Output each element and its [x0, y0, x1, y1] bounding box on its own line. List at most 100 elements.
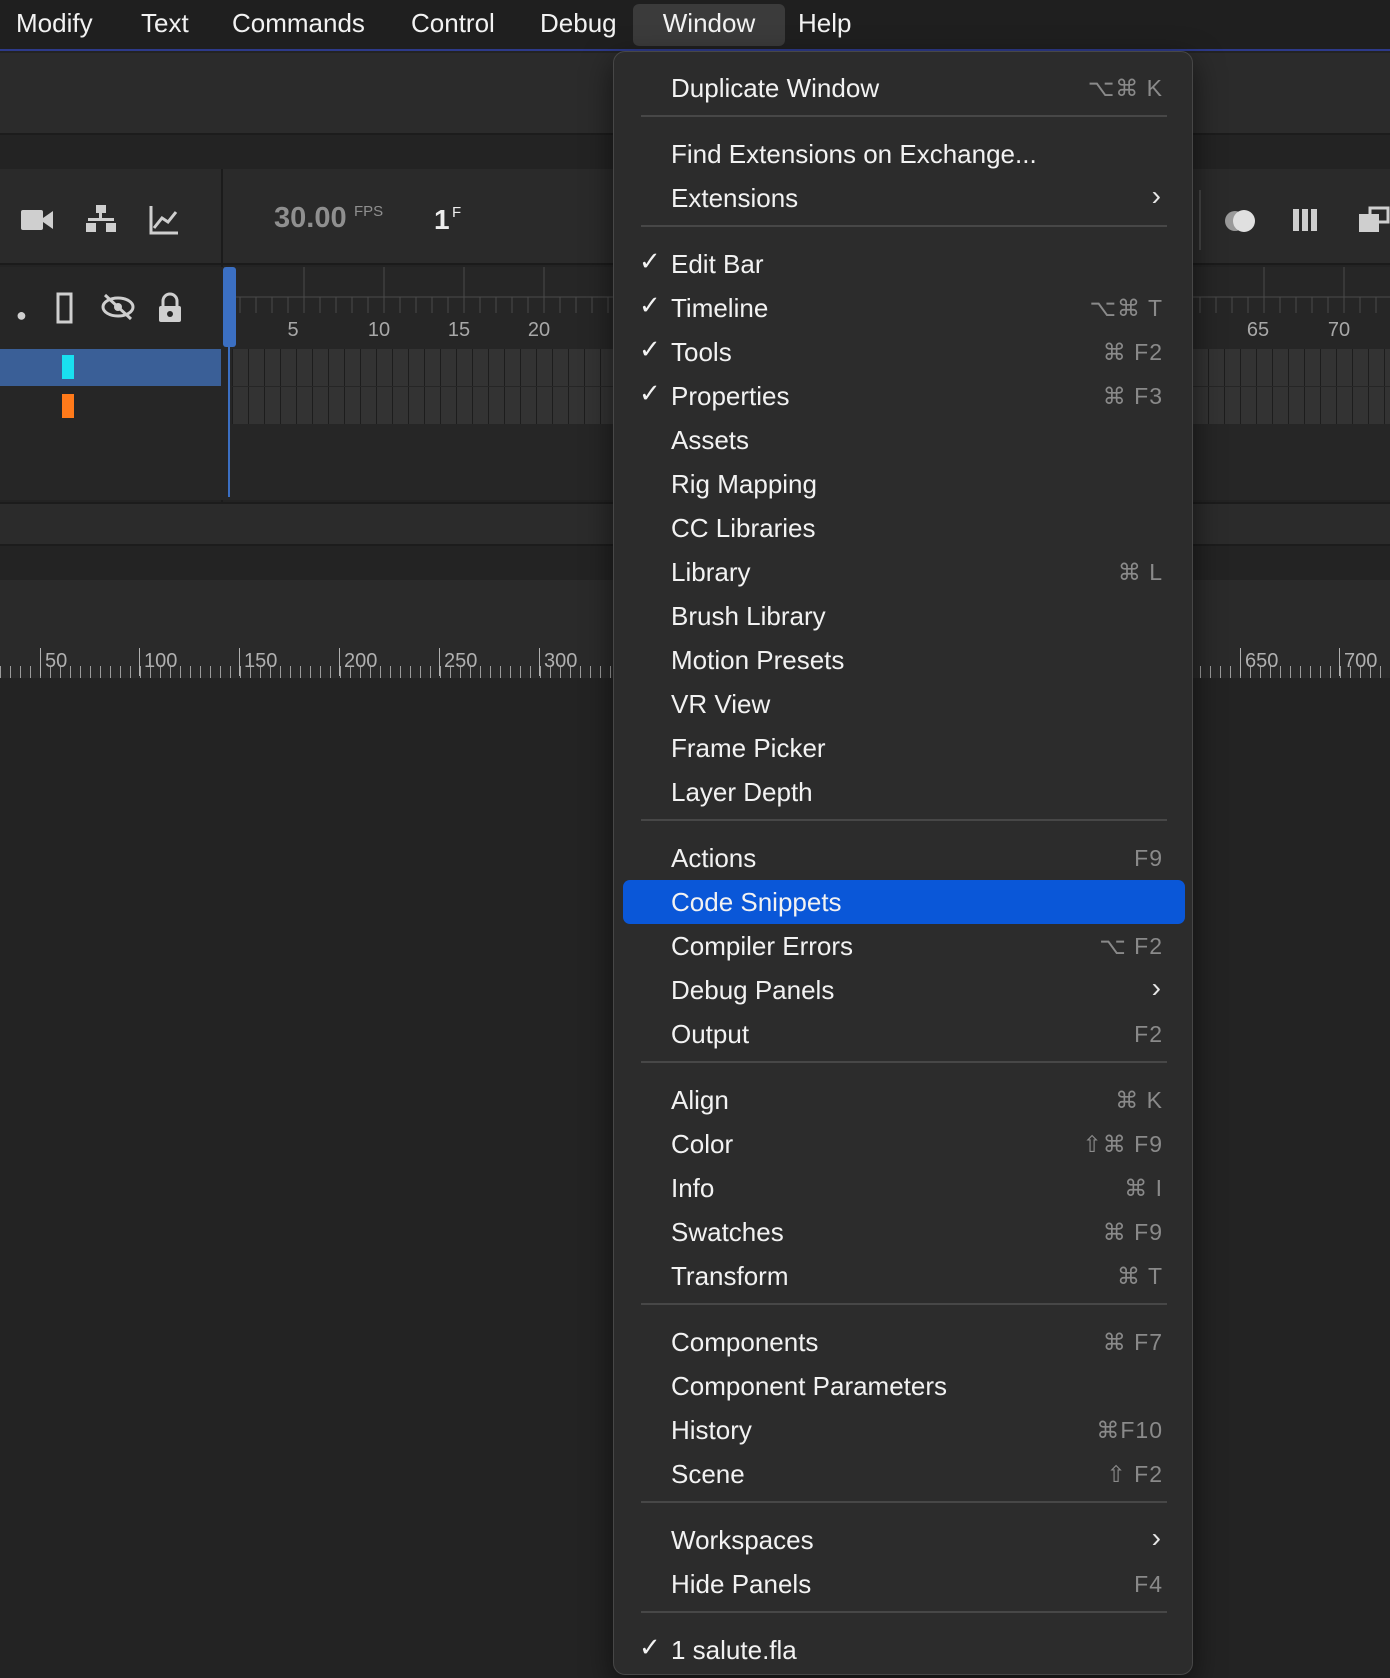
- layer-color-swatch[interactable]: [62, 394, 74, 418]
- graph-icon[interactable]: [148, 204, 180, 242]
- menu-item-label: Motion Presets: [671, 645, 845, 675]
- menu-control[interactable]: Control: [399, 4, 507, 46]
- ruler-label: 700: [1339, 648, 1377, 676]
- menu-item-label: Library: [671, 557, 751, 587]
- fps-value[interactable]: 30.00: [274, 202, 347, 235]
- menu-modify[interactable]: Modify: [4, 4, 105, 46]
- menu-item-frame-picker[interactable]: Frame Picker: [623, 726, 1185, 770]
- menu-item-shortcut: ⌘ F9: [1102, 1219, 1163, 1245]
- menu-item-transform[interactable]: Transform ⌘ T: [623, 1254, 1185, 1298]
- menu-item-code-snippets[interactable]: Code Snippets: [623, 880, 1185, 924]
- menu-item-label: Find Extensions on Exchange...: [671, 139, 1037, 169]
- menu-item-label: Swatches: [671, 1217, 784, 1247]
- menu-item-label: Compiler Errors: [671, 931, 854, 961]
- menu-item-label: Timeline: [671, 293, 769, 323]
- menu-item-find-extensions-on-exchange[interactable]: Find Extensions on Exchange...: [623, 132, 1185, 176]
- menu-item-info[interactable]: Info ⌘ I: [623, 1166, 1185, 1210]
- menu-item-shortcut: ⌘ F2: [1102, 339, 1163, 365]
- menu-separator: [641, 819, 1167, 821]
- menu-item-shortcut: ⌥⌘ T: [1089, 295, 1163, 321]
- menu-item-align[interactable]: Align ⌘ K: [623, 1078, 1185, 1122]
- menu-item-assets[interactable]: Assets: [623, 418, 1185, 462]
- menu-item-shortcut: ⌘ F3: [1102, 383, 1163, 409]
- onion-skin-icon[interactable]: [1222, 206, 1260, 244]
- menu-item-duplicate-window[interactable]: Duplicate Window ⌥⌘ K: [623, 66, 1185, 110]
- outline-icon[interactable]: [56, 292, 74, 330]
- menu-item-vr-view[interactable]: VR View: [623, 682, 1185, 726]
- menu-item-debug-panels[interactable]: Debug Panels ›: [623, 968, 1185, 1012]
- menu-item-cc-libraries[interactable]: CC Libraries: [623, 506, 1185, 550]
- menu-debug[interactable]: Debug: [528, 4, 629, 46]
- frame-number: 5: [287, 319, 299, 341]
- menu-item-label: Code Snippets: [671, 887, 842, 917]
- frame-label: F: [452, 204, 462, 221]
- menu-item-label: Extensions: [671, 183, 799, 213]
- menu-item-hide-panels[interactable]: Hide Panels F4: [623, 1562, 1185, 1606]
- menu-item-output[interactable]: Output F2: [623, 1012, 1185, 1056]
- dot-icon[interactable]: ●: [16, 300, 27, 330]
- menu-item-shortcut: ⌘ I: [1124, 1175, 1163, 1201]
- hide-icon[interactable]: [100, 292, 136, 328]
- menu-item-1-salute-fla[interactable]: ✓ 1 salute.fla: [623, 1628, 1185, 1672]
- menu-item-color[interactable]: Color ⇧⌘ F9: [623, 1122, 1185, 1166]
- menu-item-component-parameters[interactable]: Component Parameters: [623, 1364, 1185, 1408]
- menu-item-timeline[interactable]: ✓ Timeline ⌥⌘ T: [623, 286, 1185, 330]
- chevron-right-icon: ›: [1151, 972, 1161, 1003]
- lock-icon[interactable]: [156, 292, 184, 330]
- menu-item-library[interactable]: Library ⌘ L: [623, 550, 1185, 594]
- export-icon[interactable]: [1358, 206, 1390, 244]
- camera-icon[interactable]: [20, 206, 54, 240]
- menu-item-brush-library[interactable]: Brush Library: [623, 594, 1185, 638]
- menu-separator: [641, 1611, 1167, 1613]
- frame-number: 20: [527, 319, 551, 341]
- menu-item-workspaces[interactable]: Workspaces ›: [623, 1518, 1185, 1562]
- frames-icon[interactable]: [1292, 206, 1326, 244]
- menu-item-label: Debug Panels: [671, 975, 835, 1005]
- current-frame-value[interactable]: 1: [434, 204, 450, 236]
- menu-item-extensions[interactable]: Extensions ›: [623, 176, 1185, 220]
- menu-item-compiler-errors[interactable]: Compiler Errors ⌥ F2: [623, 924, 1185, 968]
- menu-separator: [641, 115, 1167, 117]
- menu-window[interactable]: Window: [633, 4, 785, 46]
- menu-item-tools[interactable]: ✓ Tools ⌘ F2: [623, 330, 1185, 374]
- menu-item-shortcut: F9: [1134, 845, 1163, 871]
- frame-number: 15: [447, 319, 471, 341]
- menu-item-label: Layer Depth: [671, 777, 813, 807]
- layer-color-swatch[interactable]: [62, 355, 74, 379]
- check-icon: ✓: [639, 334, 661, 364]
- menu-item-components[interactable]: Components ⌘ F7: [623, 1320, 1185, 1364]
- menu-item-shortcut: ⌘ T: [1116, 1263, 1163, 1289]
- menu-text[interactable]: Text: [129, 4, 201, 46]
- menu-item-label: Duplicate Window: [671, 73, 880, 103]
- menu-item-label: Transform: [671, 1261, 789, 1291]
- menu-item-label: Hide Panels: [671, 1569, 812, 1599]
- menu-item-motion-presets[interactable]: Motion Presets: [623, 638, 1185, 682]
- check-icon: ✓: [639, 1632, 661, 1662]
- menu-item-edit-bar[interactable]: ✓ Edit Bar: [623, 242, 1185, 286]
- menu-item-shortcut: ⌘ L: [1117, 559, 1163, 585]
- menu-item-rig-mapping[interactable]: Rig Mapping: [623, 462, 1185, 506]
- layer-row-selected[interactable]: [0, 349, 221, 386]
- menu-item-label: Component Parameters: [671, 1371, 948, 1401]
- menu-item-shortcut: ⌘ F7: [1102, 1329, 1163, 1355]
- menu-item-label: 1 salute.fla: [671, 1635, 797, 1665]
- menu-item-label: Assets: [671, 425, 750, 455]
- menu-item-properties[interactable]: ✓ Properties ⌘ F3: [623, 374, 1185, 418]
- menu-item-layer-depth[interactable]: Layer Depth: [623, 770, 1185, 814]
- menu-help[interactable]: Help: [786, 4, 863, 46]
- menu-item-shortcut: ⌘F10: [1096, 1417, 1163, 1443]
- menu-separator: [641, 1303, 1167, 1305]
- playhead[interactable]: [223, 267, 236, 347]
- playhead-line: [228, 347, 230, 497]
- menu-commands[interactable]: Commands: [220, 4, 377, 46]
- menu-item-label: Align: [671, 1085, 729, 1115]
- menu-item-label: CC Libraries: [671, 513, 816, 543]
- menu-item-history[interactable]: History ⌘F10: [623, 1408, 1185, 1452]
- check-icon: ✓: [639, 290, 661, 320]
- menu-item-label: Info: [671, 1173, 715, 1203]
- menu-item-scene[interactable]: Scene ⇧ F2: [623, 1452, 1185, 1496]
- ruler-label: 250: [439, 648, 477, 676]
- menu-item-actions[interactable]: Actions F9: [623, 836, 1185, 880]
- menu-item-swatches[interactable]: Swatches ⌘ F9: [623, 1210, 1185, 1254]
- layer-hierarchy-icon[interactable]: [84, 204, 118, 242]
